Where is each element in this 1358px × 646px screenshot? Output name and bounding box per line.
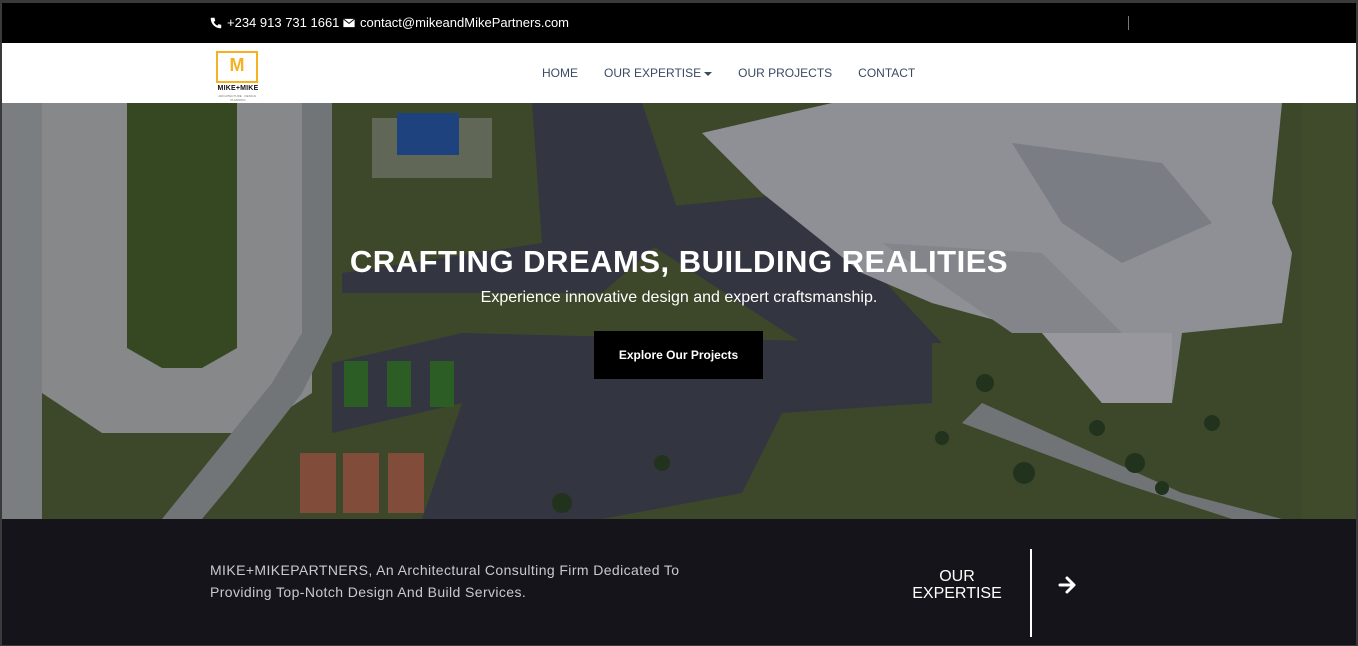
nav-item-our-expertise[interactable]: OUR EXPERTISE bbox=[604, 66, 713, 80]
hero-title: CRAFTING DREAMS, BUILDING REALITIES bbox=[349, 244, 1009, 279]
nav-label-our-expertise: OUR EXPERTISE bbox=[604, 66, 702, 80]
nav-item-contact[interactable]: CONTACT bbox=[858, 66, 915, 80]
nav-item-home[interactable]: HOME bbox=[542, 66, 578, 80]
phone-contact[interactable]: +234 913 731 1661 bbox=[210, 15, 339, 30]
nav-menu: HOME OUR EXPERTISE OUR PROJECTS CONTACT bbox=[542, 66, 941, 80]
hero-section: CRAFTING DREAMS, BUILDING REALITIES Expe… bbox=[2, 103, 1356, 519]
explore-projects-button[interactable]: Explore Our Projects bbox=[594, 331, 763, 379]
logo-letter: M bbox=[229, 55, 245, 75]
logo-frame: M bbox=[216, 51, 258, 83]
envelope-icon bbox=[343, 18, 355, 27]
page-frame: +234 913 731 1661 contact@mikeandMikePar… bbox=[2, 3, 1356, 645]
expertise-label-line2: EXPERTISE bbox=[912, 585, 1002, 602]
logo-tagline: ARCHITECTURE · DESIGN · PLANNING bbox=[218, 94, 258, 102]
arrow-right-icon[interactable] bbox=[1057, 575, 1077, 595]
nav-label-our-projects: OUR PROJECTS bbox=[738, 66, 833, 80]
logo-name: MIKE+MIKE bbox=[217, 85, 259, 92]
hero-overlay bbox=[2, 103, 1356, 519]
about-band: MIKE+MIKEPARTNERS, An Architectural Cons… bbox=[2, 519, 1356, 645]
email-address: contact@mikeandMikePartners.com bbox=[360, 15, 569, 30]
band-divider bbox=[1030, 549, 1032, 637]
nav-label-home: HOME bbox=[542, 66, 578, 80]
hero-subtitle: Experience innovative design and expert … bbox=[480, 289, 878, 306]
chevron-down-icon bbox=[704, 71, 713, 76]
contact-topbar: +234 913 731 1661 contact@mikeandMikePar… bbox=[2, 3, 1356, 43]
topbar-divider bbox=[1128, 16, 1129, 30]
phone-number: +234 913 731 1661 bbox=[227, 15, 340, 30]
nav-label-contact: CONTACT bbox=[858, 66, 916, 80]
expertise-label-line1: OUR bbox=[939, 568, 975, 585]
email-contact[interactable]: contact@mikeandMikePartners.com bbox=[343, 15, 569, 30]
our-expertise-link[interactable]: OUR EXPERTISE bbox=[907, 568, 1007, 602]
nav-item-our-projects[interactable]: OUR PROJECTS bbox=[738, 66, 832, 80]
main-navbar: M MIKE+MIKE ARCHITECTURE · DESIGN · PLAN… bbox=[2, 43, 1356, 103]
firm-description: MIKE+MIKEPARTNERS, An Architectural Cons… bbox=[210, 562, 680, 600]
phone-icon bbox=[210, 17, 222, 28]
brand-logo[interactable]: M MIKE+MIKE ARCHITECTURE · DESIGN · PLAN… bbox=[212, 49, 264, 102]
